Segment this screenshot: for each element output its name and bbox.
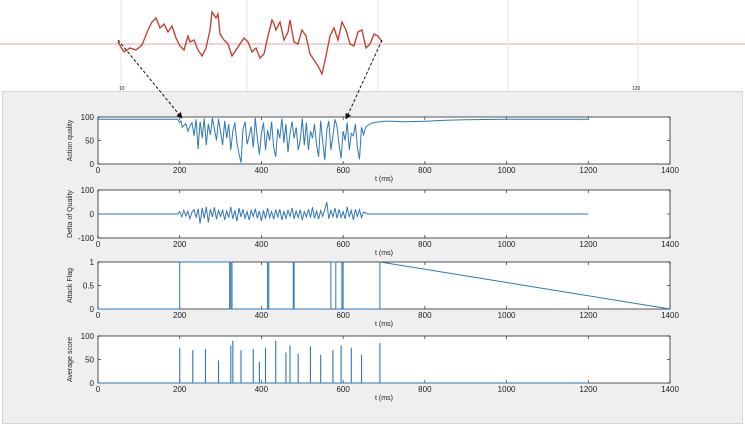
x-tick-label: 1200	[579, 385, 597, 394]
x-tick-label: 400	[255, 311, 269, 320]
y-axis-label: Action quality	[67, 119, 74, 161]
y-tick-label: 0	[90, 210, 95, 219]
x-tick-label: 600	[336, 385, 350, 394]
y-tick-label: 100	[81, 332, 95, 341]
subplot-4: 0 200 400 600 800 1000 1200 1400 0 50 100 t (ms) Ave…	[67, 332, 679, 402]
subplot-1: 0 200 400 600 800 1000 1200 1400 0 50 100 t (ms) Act…	[67, 113, 679, 183]
x-tick-label: 1400	[661, 311, 679, 320]
subplot-2: 0 200 400 600 800 1000 1200 1400-1000100t (ms)D…	[67, 186, 679, 257]
x-tick-label: 0	[96, 240, 101, 249]
x-axis-label: t (ms)	[375, 395, 393, 402]
y-axis-label: Average score	[67, 337, 74, 382]
x-tick-label: 1000	[498, 240, 516, 249]
y-tick-label: 0	[90, 379, 95, 388]
y-tick-label: 0	[90, 160, 95, 169]
x-tick-label: 200	[173, 166, 187, 175]
x-tick-label: 400	[255, 166, 269, 175]
y-tick-label: -100	[78, 234, 95, 243]
figure-overlay: 0 200 400 600 800 1000 1200 1400050100t (ms)Act…	[67, 39, 679, 402]
annotation-arrow-right	[345, 39, 383, 120]
y-tick-label: 50	[85, 356, 94, 365]
x-tick-label: 600	[336, 240, 350, 249]
x-axis-label: t (ms)	[375, 250, 393, 257]
x-tick-label: 0	[96, 385, 101, 394]
y-tick-label: 100	[81, 113, 95, 122]
x-tick-label: 1200	[579, 166, 597, 175]
y-tick-label: 100	[81, 186, 95, 195]
x-tick-label: 0	[96, 166, 101, 175]
x-tick-label: 200	[173, 311, 187, 320]
x-tick-label: 1200	[579, 311, 597, 320]
x-tick-label: 600	[336, 311, 350, 320]
x-axis-label: t (ms)	[375, 321, 393, 328]
x-tick-label: 800	[418, 240, 432, 249]
x-tick-label: 1400	[661, 240, 679, 249]
x-tick-label: 800	[418, 311, 432, 320]
y-tick-label: 0.5	[83, 282, 95, 291]
annotation-arrow-left	[117, 39, 183, 119]
x-axis-label: t (ms)	[375, 176, 393, 183]
y-tick-label: 50	[85, 137, 94, 146]
x-tick-label: 1000	[498, 311, 516, 320]
x-tick-label: 1000	[498, 385, 516, 394]
x-tick-label: 400	[255, 240, 269, 249]
y-axis-label: Delta of Quality	[67, 190, 74, 238]
x-tick-label: 1400	[661, 385, 679, 394]
x-tick-label: 800	[418, 166, 432, 175]
subplots: 0 200 400 600 800 1000 1200 1400050100t (ms)Act…	[67, 113, 679, 402]
x-tick-label: 800	[418, 385, 432, 394]
x-tick-label: 400	[255, 385, 269, 394]
x-tick-label: 0	[96, 311, 101, 320]
subplot-3: 0 200 400 600 800 1000 1200 1400 0 0.5 1 t (ms) Atta…	[67, 258, 679, 328]
x-tick-label: 1000	[498, 166, 516, 175]
plot-area	[97, 116, 671, 165]
y-tick-label: 0	[90, 305, 95, 314]
x-tick-label: 200	[173, 240, 187, 249]
plot-area	[97, 261, 671, 310]
y-axis-label: Attack Flag	[67, 268, 74, 303]
y-tick-label: 1	[90, 258, 95, 267]
x-tick-label: 600	[336, 166, 350, 175]
plot-area	[97, 335, 671, 384]
x-tick-label: 1200	[579, 240, 597, 249]
x-tick-label: 200	[173, 385, 187, 394]
x-tick-label: 1400	[661, 166, 679, 175]
